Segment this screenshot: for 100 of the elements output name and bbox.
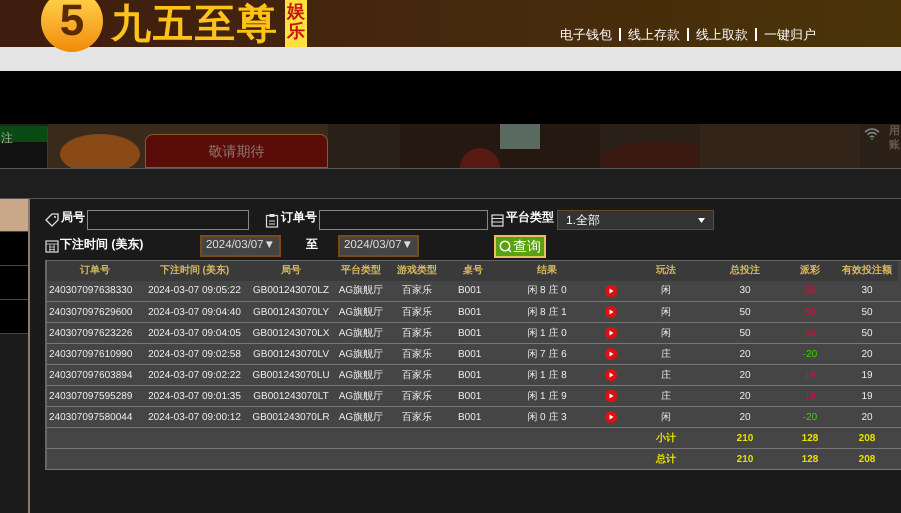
date-field[interactable]: 2024/03/07▼ [338, 235, 419, 257]
column-header: 局号 [246, 260, 336, 280]
table-cell: 20 [836, 344, 898, 364]
column-header: 结果 [498, 260, 596, 280]
table-cell: -20 [784, 344, 836, 364]
input-field[interactable] [319, 210, 488, 230]
table-cell: AG旗舰厅 [336, 344, 386, 364]
nav-link[interactable]: 线上取款 [696, 25, 748, 44]
table-cell: 闲 7 庄 6 [498, 344, 596, 364]
table-cell: GB001243070LX [246, 322, 336, 344]
table-cell: GB001243070LZ [246, 280, 336, 302]
table-cell: -20 [784, 406, 836, 428]
table-cell: B001 [448, 280, 498, 302]
table-cell: GB001243070LY [246, 302, 336, 322]
table-cell: 庄 [626, 364, 706, 386]
table-cell: 50 [836, 322, 898, 344]
table-cell: 百家乐 [386, 322, 448, 344]
table-cell: 2024-03-07 09:05:22 [143, 280, 246, 302]
total-label: 小计 [626, 428, 706, 448]
table-cell: 百家乐 [386, 280, 448, 302]
table-cell: 2024-03-07 09:01:35 [143, 386, 246, 406]
field-label: 订单号 [281, 209, 317, 226]
column-header: 玩法 [626, 260, 706, 280]
table-cell: B001 [448, 302, 498, 322]
table-cell: 30 [706, 280, 784, 302]
play-icon[interactable] [605, 306, 617, 318]
table-cell: 19 [784, 386, 836, 406]
table-cell: 50 [706, 302, 784, 322]
table-cell: GB001243070LR [246, 406, 336, 428]
play-icon[interactable] [605, 284, 617, 297]
table-cell: 19 [836, 386, 898, 406]
table-cell: AG旗舰厅 [336, 280, 386, 302]
table-cell: 闲 1 庄 0 [498, 322, 596, 344]
table-cell: 2024-03-07 09:02:22 [143, 364, 246, 386]
table-cell: 240307097595289 [46, 386, 143, 406]
table-cell: 208 [836, 428, 898, 448]
side-text: 用账 [889, 124, 900, 152]
table-cell: 闲 0 庄 3 [498, 406, 596, 428]
caret-icon [698, 218, 705, 222]
table-cell: 闲 1 庄 9 [498, 386, 596, 406]
date-field[interactable]: 2024/03/07▼ [200, 235, 281, 257]
platform-select[interactable]: 1.全部 [557, 210, 714, 230]
table-cell: GB001243070LT [246, 386, 336, 406]
play-icon[interactable] [605, 410, 617, 423]
table-cell: 128 [784, 448, 836, 470]
table-cell: 240307097638330 [46, 280, 143, 302]
table-cell: 闲 8 庄 0 [498, 280, 596, 302]
column-header: 游戏类型 [386, 260, 448, 280]
column-header: 订单号 [46, 260, 143, 280]
play-icon[interactable] [605, 368, 617, 381]
table-cell: 庄 [626, 344, 706, 364]
calendar-icon [45, 239, 59, 253]
table-cell: B001 [448, 386, 498, 406]
table-cell: B001 [448, 406, 498, 428]
sidebar-tab[interactable] [0, 199, 28, 232]
table-cell: 128 [784, 428, 836, 448]
play-icon[interactable] [605, 390, 617, 402]
table-cell: 50 [784, 302, 836, 322]
table-cell: 百家乐 [386, 302, 448, 322]
table-cell: 百家乐 [386, 406, 448, 428]
play-icon[interactable] [605, 348, 617, 360]
table-cell: 20 [836, 406, 898, 428]
table-cell: B001 [448, 344, 498, 364]
table-cell: 闲 [626, 280, 706, 302]
table-cell: 庄 [626, 386, 706, 406]
table-cell: 20 [706, 386, 784, 406]
table-cell: 闲 [626, 302, 706, 322]
table-cell: B001 [448, 322, 498, 344]
table-cell: B001 [448, 364, 498, 386]
nav-link[interactable]: 一键归户 [764, 25, 816, 44]
column-header: 总投注 [706, 260, 784, 280]
table-cell: 百家乐 [386, 364, 448, 386]
bet-label: 注 [1, 131, 13, 145]
column-header: 桌号 [448, 260, 498, 280]
table-cell: 208 [836, 448, 898, 470]
table-cell: 19 [836, 364, 898, 386]
field-label: 下注时间 (美东) [60, 236, 144, 253]
table-cell: 50 [784, 322, 836, 344]
wifi-icon [864, 128, 880, 140]
table-cell: 210 [706, 448, 784, 470]
column-header: 平台类型 [336, 260, 386, 280]
table-cell: 闲 [626, 322, 706, 344]
nav-link[interactable]: 电子钱包 [560, 25, 612, 44]
table-cell: GB001243070LU [246, 364, 336, 386]
table-cell: 50 [706, 322, 784, 344]
field-label: 平台类型 [506, 209, 554, 226]
range-label: 至 [306, 236, 319, 253]
table-cell: 30 [836, 280, 898, 302]
table-cell: 30 [784, 280, 836, 302]
play-icon[interactable] [605, 326, 617, 339]
column-header: 下注时间 (美东) [143, 260, 246, 280]
logo-text: 九五至尊 [111, 2, 279, 46]
table-cell: 20 [706, 344, 784, 364]
nav-link[interactable]: 线上存款 [628, 25, 680, 44]
table-cell: AG旗舰厅 [336, 302, 386, 322]
table-cell: 百家乐 [386, 344, 448, 364]
table-cell: 240307097580044 [46, 406, 143, 428]
input-field[interactable] [87, 210, 249, 230]
table-cell: 闲 1 庄 8 [498, 364, 596, 386]
tag-icon [45, 213, 59, 227]
